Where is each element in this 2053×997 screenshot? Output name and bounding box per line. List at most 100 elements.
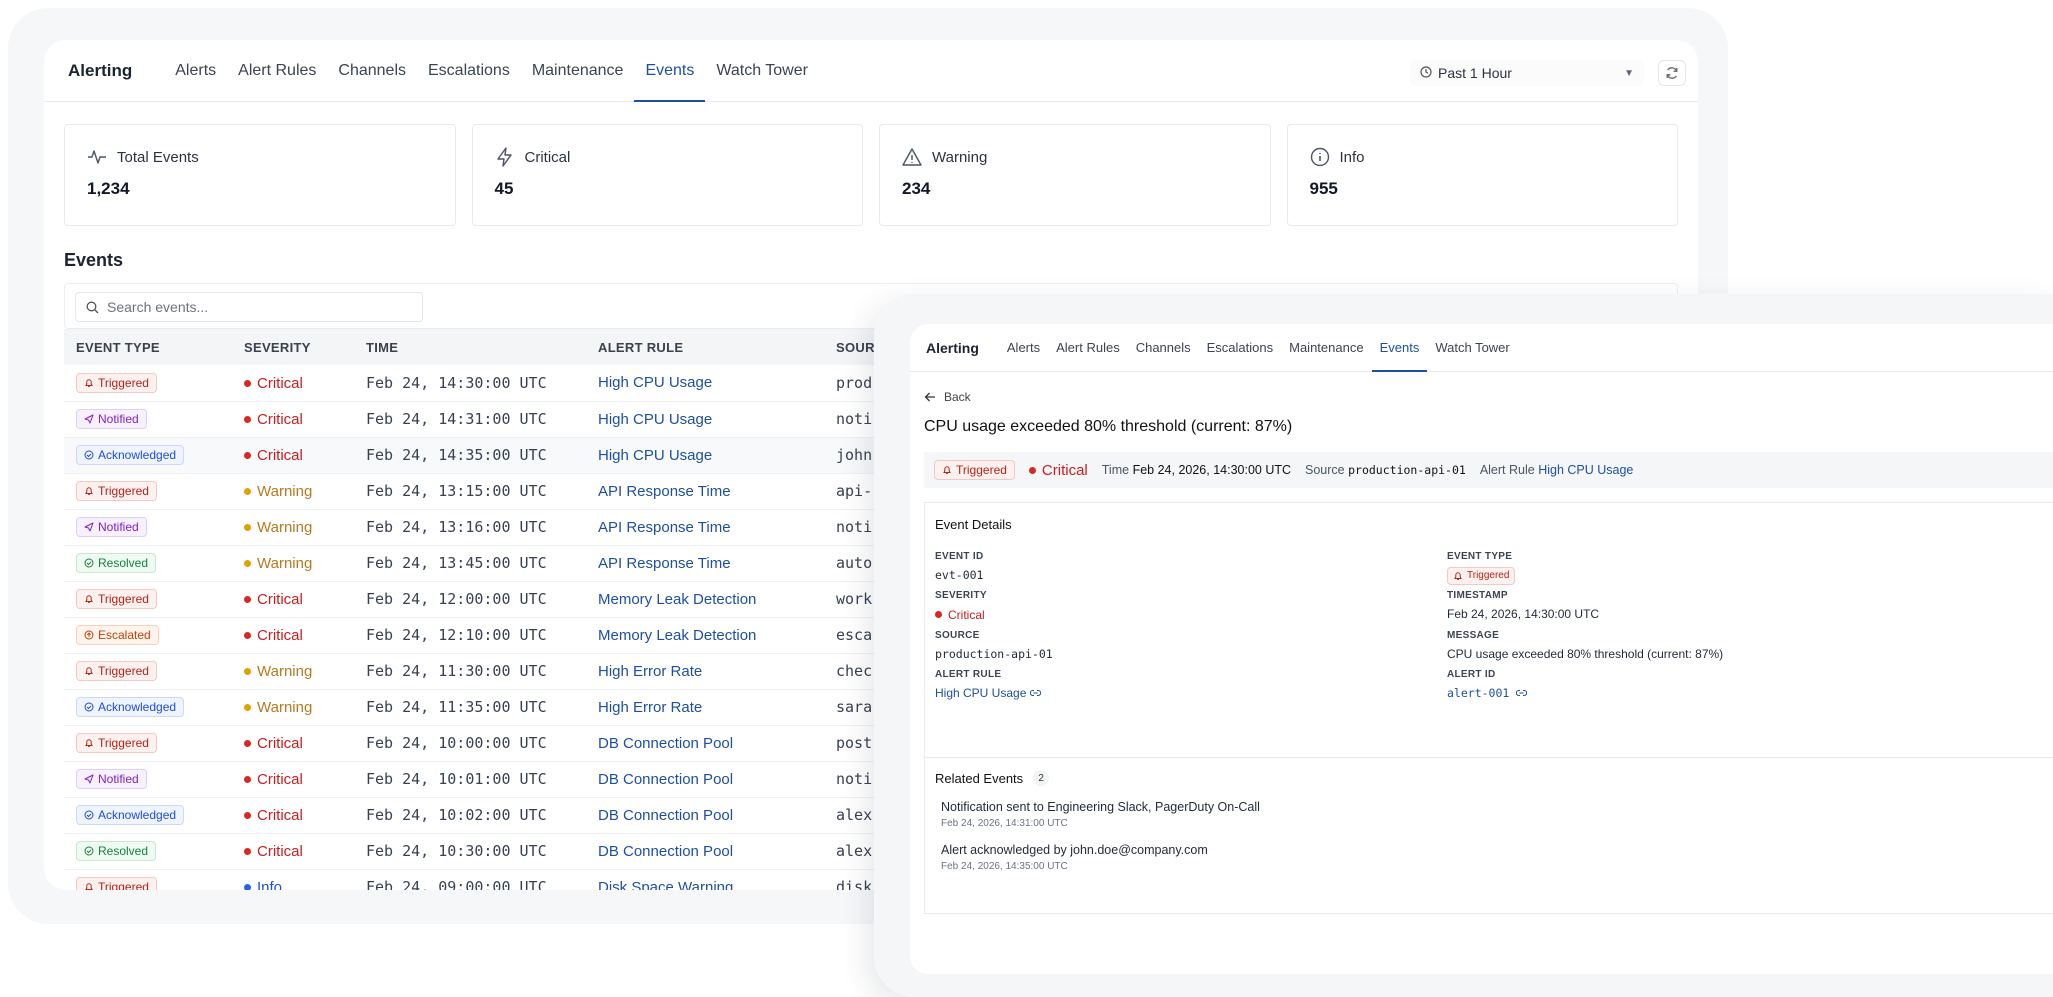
alert-rule-link[interactable]: DB Connection Pool (586, 761, 824, 798)
field-message: MESSAGE CPU usage exceeded 80% threshold… (1447, 630, 1723, 661)
related-event-item[interactable]: Notification sent to Engineering Slack, … (935, 786, 2043, 829)
badge-label: Triggered (98, 592, 149, 606)
top-navbar: Alerting Alerts Alert Rules Channels Escala… (44, 40, 1698, 102)
tab-maintenance[interactable]: Maintenance (1281, 324, 1371, 371)
severity-label: Warning (257, 699, 313, 716)
alert-rule-link[interactable]: Disk Space Warning (586, 869, 824, 890)
tab-watch-tower[interactable]: Watch Tower (1427, 324, 1517, 371)
severity-indicator: Critical (244, 771, 303, 788)
severity-cell: Warning (232, 509, 354, 546)
info-icon (1310, 147, 1329, 167)
search-box[interactable] (75, 292, 423, 322)
event-summary-bar: Triggered Critical Time Feb 24, 2026, 14… (924, 452, 2053, 488)
tab-channels[interactable]: Channels (327, 40, 417, 101)
event-type-cell: Triggered (64, 581, 232, 618)
time-cell: Feb 24, 10:00:00 UTC (354, 725, 586, 762)
related-event-time: Feb 24, 2026, 14:35:00 UTC (941, 861, 1068, 872)
alert-rule-link[interactable]: API Response Time (586, 473, 824, 510)
event-title: CPU usage exceeded 80% threshold (curren… (924, 418, 1293, 435)
time-cell: Feb 24, 14:31:00 UTC (354, 401, 586, 438)
severity-cell: Critical (232, 725, 354, 762)
alert-rule-link[interactable]: High CPU Usage (586, 401, 824, 438)
search-input[interactable] (107, 299, 407, 315)
tab-watch-tower[interactable]: Watch Tower (705, 40, 819, 101)
tab-events[interactable]: Events (1371, 324, 1428, 372)
severity-dot (244, 416, 251, 423)
field-label: EVENT TYPE (1447, 551, 1513, 562)
severity-indicator: Critical (935, 608, 985, 622)
severity-indicator: Warning (244, 555, 312, 572)
alert-rule-link[interactable]: DB Connection Pool (586, 797, 824, 834)
field-value: production-api-01 (935, 647, 1053, 661)
bell-icon (943, 466, 951, 474)
tab-escalations[interactable]: Escalations (417, 40, 521, 101)
bell-icon (85, 667, 93, 675)
send-icon (84, 774, 94, 784)
tab-events[interactable]: Events (634, 40, 706, 102)
severity-indicator: Critical (244, 591, 303, 608)
event-type-cell: Triggered (64, 653, 232, 690)
event-type-cell: Acknowledged (64, 437, 232, 474)
severity-dot (935, 611, 942, 618)
severity-cell: Warning (232, 473, 354, 510)
alert-rule-link[interactable]: High CPU Usage (586, 365, 824, 402)
tab-channels[interactable]: Channels (1128, 324, 1199, 371)
alert-rule-link[interactable]: DB Connection Pool (586, 725, 824, 762)
events-heading: Events (64, 250, 124, 270)
column-header[interactable]: EVENT TYPE (64, 329, 232, 365)
alert-rule-link[interactable]: High CPU Usage (935, 686, 1041, 700)
alert-rule-key: Alert Rule (1479, 463, 1535, 477)
severity-cell: Critical (232, 581, 354, 618)
search-icon (86, 301, 99, 313)
time-cell: Feb 24, 11:35:00 UTC (354, 689, 586, 726)
event-type-badge: Triggered (1447, 567, 1516, 585)
alert-rule-link[interactable]: API Response Time (586, 545, 824, 582)
refresh-button[interactable] (1658, 60, 1686, 86)
stat-label: Info (1339, 148, 1365, 166)
alert-rule-link[interactable]: Memory Leak Detection (586, 581, 824, 618)
related-count-badge: 2 (1033, 770, 1050, 786)
severity-dot (244, 379, 251, 387)
tab-alerts[interactable]: Alerts (164, 40, 227, 101)
alert-rule-link[interactable]: High CPU Usage (1538, 463, 1633, 477)
field-value: Feb 24, 2026, 14:30:00 UTC (1447, 607, 1600, 621)
severity-dot (244, 740, 251, 747)
check-circle-icon (84, 702, 94, 712)
severity-label: Critical (948, 607, 985, 622)
event-type-cell: Resolved (64, 833, 232, 870)
alert-rule-link[interactable]: High Error Rate (586, 653, 824, 690)
column-header[interactable]: SEVERITY (232, 329, 354, 365)
column-header[interactable]: TIME (354, 329, 586, 365)
event-detail-panel: Alerting Alerts Alert Rules Channels Escala… (910, 324, 2053, 974)
tab-alert-rules[interactable]: Alert Rules (1048, 324, 1128, 371)
alert-rule-link[interactable]: High CPU Usage (586, 437, 824, 474)
tab-maintenance[interactable]: Maintenance (521, 40, 635, 101)
time-range-select[interactable]: Past 1 Hour ▼ (1410, 60, 1644, 86)
tab-alerts[interactable]: Alerts (999, 324, 1048, 371)
tab-alert-rules[interactable]: Alert Rules (227, 40, 327, 101)
alert-rule-link[interactable]: DB Connection Pool (586, 833, 824, 870)
badge-label: Acknowledged (98, 700, 177, 714)
severity-indicator: Critical (1028, 462, 1088, 479)
severity-indicator: Warning (244, 699, 312, 716)
column-header[interactable]: ALERT RULE (586, 329, 824, 365)
alert-rule-link[interactable]: Memory Leak Detection (586, 617, 824, 654)
event-type-badge: Notified (76, 517, 147, 537)
arrow-left-icon (924, 392, 935, 402)
related-event-item[interactable]: Alert acknowledged by john.doe@company.c… (935, 829, 2043, 872)
severity-dot (244, 668, 251, 675)
back-button[interactable]: Back (910, 372, 2053, 404)
time-cell: Feb 24, 13:45:00 UTC (354, 545, 586, 582)
tab-escalations[interactable]: Escalations (1199, 324, 1281, 371)
field-label: SOURCE (935, 630, 980, 641)
event-type-cell: Notified (64, 761, 232, 798)
nav-tabs: Alerts Alert Rules Channels Escalations Main… (164, 40, 819, 102)
severity-label: Critical (257, 447, 303, 464)
event-type-badge: Triggered (76, 661, 157, 681)
alert-rule-link[interactable]: API Response Time (586, 509, 824, 546)
alert-id-link[interactable]: alert-001 (1447, 686, 1528, 700)
alert-rule-link[interactable]: High Error Rate (586, 689, 824, 726)
badge-label: Notified (98, 772, 139, 786)
event-type-cell: Notified (64, 401, 232, 438)
event-type-badge: Escalated (76, 625, 159, 645)
